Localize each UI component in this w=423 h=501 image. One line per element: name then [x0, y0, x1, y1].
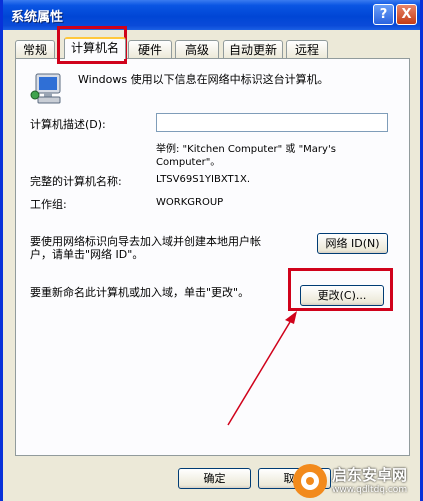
- workgroup-label: 工作组:: [30, 198, 67, 211]
- watermark-title: 启东安卓网: [332, 466, 408, 484]
- full-name-label: 完整的计算机名称:: [30, 175, 122, 188]
- watermark-url: www.qdltdq.com: [332, 485, 408, 495]
- computer-name-panel: Windows 使用以下信息在网络中标识这台计算机。 计算机描述(D): 举例:…: [15, 58, 410, 456]
- watermark-logo-icon: [293, 464, 327, 498]
- rename-text: 要重新命名此计算机或加入域，单击"更改"。: [30, 286, 250, 299]
- change-button[interactable]: 更改(C)...: [300, 285, 384, 306]
- computer-description-input[interactable]: [156, 113, 388, 132]
- description-label: 计算机描述(D):: [30, 118, 106, 131]
- tab-advanced[interactable]: 高级: [175, 40, 219, 58]
- intro-text: Windows 使用以下信息在网络中标识这台计算机。: [78, 73, 329, 86]
- tab-automatic-updates[interactable]: 自动更新: [223, 40, 283, 58]
- full-name-value: LTSV69S1YIBXT1X.: [156, 174, 251, 185]
- system-properties-window: 系统属性 ? X 常规 计算机名 硬件 高级 自动更新 远程 Windows 使…: [0, 0, 423, 501]
- help-button[interactable]: ?: [373, 4, 394, 25]
- watermark: 启东安卓网 www.qdltdq.com: [292, 462, 420, 500]
- example-text-line2: Computer"。: [156, 157, 221, 168]
- title-bar[interactable]: 系统属性 ? X: [3, 0, 420, 30]
- tab-remote[interactable]: 远程: [286, 40, 328, 58]
- ok-button[interactable]: 确定: [178, 468, 251, 489]
- tab-computer-name[interactable]: 计算机名: [64, 37, 126, 59]
- window-title: 系统属性: [11, 10, 64, 25]
- network-id-text-line2: 户，请单击"网络 ID"。: [30, 248, 144, 261]
- tab-general[interactable]: 常规: [15, 40, 55, 58]
- workgroup-value: WORKGROUP: [156, 197, 224, 208]
- tab-hardware[interactable]: 硬件: [128, 40, 172, 58]
- network-id-button[interactable]: 网络 ID(N): [317, 233, 388, 254]
- close-button[interactable]: X: [396, 4, 417, 25]
- computer-icon: [30, 73, 61, 104]
- tab-strip: 常规 计算机名 硬件 高级 自动更新 远程: [15, 37, 410, 59]
